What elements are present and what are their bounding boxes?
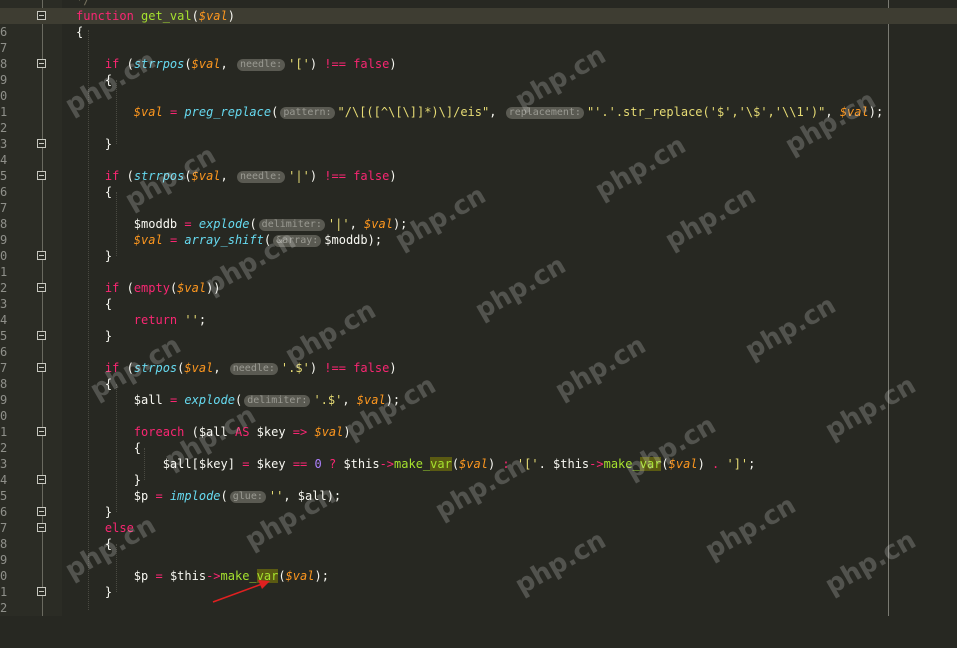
code-line[interactable]: 7 { — [0, 24, 957, 55]
code-line[interactable]: 7 { — [0, 184, 957, 215]
fold-toggle-icon[interactable] — [37, 251, 46, 260]
code-line[interactable]: 2 foreach ($all AS $key => $val) — [0, 424, 957, 455]
param-hint: delimiter: — [244, 395, 311, 407]
code-line[interactable]: 0 $val = array_shift(&array: $moddb); — [0, 232, 957, 263]
code-line[interactable]: 3 { — [0, 440, 957, 471]
fold-toggle-icon[interactable] — [37, 363, 46, 372]
fold-toggle-icon[interactable] — [37, 331, 46, 340]
code-line[interactable]: 0 { — [0, 72, 957, 103]
code-line[interactable]: 0 — [0, 552, 957, 583]
fold-toggle-icon[interactable] — [37, 171, 46, 180]
fold-toggle-icon[interactable] — [37, 139, 46, 148]
fold-toggle-icon[interactable] — [37, 475, 46, 484]
code-line[interactable]: 1 — [0, 88, 957, 119]
code-line[interactable]: 5 } — [0, 472, 957, 503]
code-line[interactable]: 7 — [0, 344, 957, 375]
code-line[interactable]: 4 { — [0, 296, 957, 327]
code-line[interactable]: 6 $p = implode(glue: '', $all); — [0, 488, 957, 519]
code-line[interactable]: 2 — [0, 264, 957, 295]
fold-toggle-icon[interactable] — [37, 507, 46, 516]
code-line[interactable]: 7 } — [0, 504, 957, 535]
code-line[interactable]: 3 — [0, 120, 957, 151]
code-line[interactable]: 4 $all[$key] = $key == 0 ? $this->make_v… — [0, 456, 957, 487]
code-line[interactable]: 2 $val = preg_replace(pattern: "/\[([^\[\… — [0, 104, 957, 135]
code-line[interactable]: 9 $moddb = explode(delimiter: '|', $val); — [0, 216, 957, 247]
code-line[interactable]: 6 function get_val($val) — [0, 8, 957, 39]
code-line[interactable]: 1 — [0, 408, 957, 439]
code-line[interactable]: 8 else — [0, 520, 957, 551]
code-line[interactable]: 2 } — [0, 584, 957, 615]
code-line[interactable]: 5 — [0, 152, 957, 183]
code-line[interactable]: 8 if (strpos($val, needle: '.$') !== fals… — [0, 360, 957, 391]
code-line[interactable]: 9 { — [0, 376, 957, 407]
param-hint: pattern: — [280, 107, 335, 119]
fold-toggle-icon[interactable] — [37, 283, 46, 292]
comment-end: */ — [76, 0, 91, 7]
red-arrow-icon — [212, 580, 270, 603]
code-line[interactable]: 5 return ''; — [0, 312, 957, 343]
param-hint: needle: — [236, 59, 286, 71]
code-line[interactable]: 3 if (empty($val)) — [0, 280, 957, 311]
code-line[interactable]: 1 $p = $this->make_var($val); — [0, 568, 957, 599]
param-hint: delimiter: — [258, 219, 325, 231]
param-hint: &array: — [273, 235, 322, 247]
fold-toggle-icon[interactable] — [37, 59, 46, 68]
code-line[interactable]: 8 — [0, 40, 957, 71]
param-hint: needle: — [229, 363, 278, 375]
code-line[interactable]: 9 { — [0, 536, 957, 567]
code-line[interactable]: 6 } — [0, 328, 957, 359]
param-hint: needle: — [236, 171, 286, 183]
fold-toggle-icon[interactable] — [37, 587, 46, 596]
param-hint: glue: — [229, 491, 266, 503]
code-line[interactable]: */ — [0, 0, 957, 8]
fold-toggle-icon[interactable] — [37, 11, 46, 20]
code-line[interactable]: 8 — [0, 200, 957, 231]
fold-toggle-icon[interactable] — [37, 427, 46, 436]
code-line[interactable]: 1 } — [0, 248, 957, 279]
code-line[interactable]: 9 if (strrpos($val, needle: '[') !== fals… — [0, 56, 957, 87]
param-hint: replacement: — [505, 107, 584, 119]
fold-toggle-icon[interactable] — [37, 523, 46, 532]
code-line[interactable]: 6 if (strrpos($val, needle: '|') !== fals… — [0, 168, 957, 199]
code-line[interactable]: 0 $all = explode(delimiter: '.$', $val); — [0, 392, 957, 423]
code-line[interactable]: 4 } — [0, 136, 957, 167]
